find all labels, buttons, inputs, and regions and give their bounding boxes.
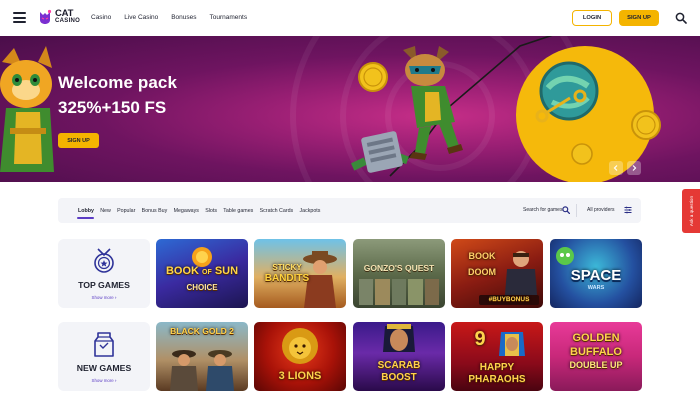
show-more-label: Show more (91, 295, 114, 300)
cat-mascot-hero-image (403, 46, 463, 160)
cat-mascot-left-image (0, 46, 54, 172)
buybonus-label: #BUYBONUS (488, 296, 530, 303)
game-tile-book-of-sun-choice[interactable]: BOOK OF SUN CHOICE (156, 239, 248, 308)
game-title: GONZO'S QUEST (363, 263, 435, 273)
game-tile-black-gold-2[interactable]: BLACK GOLD 2 (156, 322, 248, 391)
medal-icon (94, 248, 114, 273)
game-tile-9-happy-pharaohs[interactable]: 9 HAPPY PHARAOHS (451, 322, 543, 391)
game-filter-bar: Lobby New Popular Bonus Buy Megaways Slo… (58, 198, 641, 223)
show-more-label: Show more (91, 378, 114, 383)
tab-scratch-cards[interactable]: Scratch Cards (260, 208, 294, 214)
game-subtitle: CHOICE (186, 283, 218, 292)
signup-button[interactable]: SIGN UP (619, 10, 659, 26)
tab-table-games[interactable]: Table games (223, 208, 253, 214)
banner-title: Welcome pack (58, 73, 177, 92)
search-icon[interactable] (675, 12, 687, 24)
show-more-link[interactable]: Show more › (58, 295, 150, 300)
nav-bonuses[interactable]: Bonuses (171, 14, 196, 21)
tab-bonus-buy[interactable]: Bonus Buy (142, 208, 168, 214)
buybonus-badge: #BUYBONUS (479, 295, 539, 305)
game-title-line3: DOUBLE UP (569, 360, 623, 370)
cleopatra-character-image (383, 324, 415, 352)
game-title-line1: STICKY (272, 263, 302, 272)
top-header: CAT CASINO Casino Live Casino Bonuses To… (0, 0, 700, 36)
game-tile-book-of-doom[interactable]: BOOK DOOM #BUYBONUS (451, 239, 543, 308)
chevron-right-icon: › (114, 378, 117, 383)
game-title-line2: BUFFALO (570, 346, 622, 358)
cat-logo-icon (40, 9, 52, 24)
promo-banner[interactable]: Welcome pack 325%+150 FS SIGN UP (0, 36, 700, 182)
game-tile-gonzos-quest[interactable]: GONZO'S QUEST (353, 239, 445, 308)
divider (576, 204, 577, 217)
slider-next-button[interactable] (627, 161, 641, 175)
show-more-link[interactable]: Show more › (58, 378, 150, 383)
game-tile-scarab-boost[interactable]: SCARAB BOOST (353, 322, 445, 391)
game-tile-space-wars[interactable]: SPACE WARS (550, 239, 642, 308)
game-title: 3 LIONS (278, 370, 322, 382)
login-button[interactable]: LOGIN (572, 10, 612, 26)
globe-with-keys-image (535, 61, 599, 123)
category-tabs: Lobby New Popular Bonus Buy Megaways Slo… (78, 208, 327, 214)
tab-megaways[interactable]: Megaways (174, 208, 199, 214)
logo-text-casino: CASINO (55, 17, 81, 24)
nav-casino[interactable]: Casino (91, 14, 111, 21)
gold-coin-icon (631, 110, 661, 140)
game-subtitle: WARS (587, 285, 605, 291)
row-title: TOP GAMES (78, 280, 130, 290)
gold-coin-icon (571, 143, 593, 165)
tab-jackpots[interactable]: Jackpots (299, 208, 320, 214)
ask-question-tab[interactable]: Ask a question (682, 189, 700, 233)
row-title: NEW GAMES (76, 363, 132, 373)
game-tile-sticky-bandits[interactable]: STICKY BANDITS (254, 239, 346, 308)
top-games-card[interactable]: TOP GAMES Show more › (58, 239, 150, 308)
tab-popular[interactable]: Popular (117, 208, 135, 214)
chevron-left-icon (613, 165, 618, 171)
game-title-line2: BANDITS (264, 273, 310, 284)
chevron-right-icon: › (114, 295, 117, 300)
game-title-line3: PHARAOHS (468, 374, 526, 385)
reel-grid (359, 279, 439, 305)
gold-coin-icon (358, 62, 388, 92)
main-nav: Casino Live Casino Bonuses Tournaments (91, 14, 260, 21)
new-games-card[interactable]: NEW GAMES Show more › (58, 322, 150, 391)
chevron-right-icon (632, 165, 637, 171)
logo-text-cat: CAT (55, 7, 74, 19)
tab-lobby[interactable]: Lobby (78, 208, 94, 214)
active-tab-indicator (77, 217, 94, 219)
logo[interactable]: CAT CASINO (38, 7, 81, 25)
providers-dropdown[interactable]: All providers (587, 207, 615, 213)
tab-slots[interactable]: Slots (205, 208, 217, 214)
menu-icon[interactable] (13, 12, 26, 23)
banner-signup-button[interactable]: SIGN UP (58, 133, 99, 148)
game-title: BOOK OF SUN (165, 265, 239, 277)
game-tile-golden-buffalo[interactable]: GOLDEN BUFFALO DOUBLE UP (550, 322, 642, 391)
character-image (505, 251, 537, 295)
prospectors-image (170, 350, 234, 391)
game-title: SPACE (570, 267, 622, 284)
ask-question-label: Ask a question (688, 195, 694, 227)
game-title: BLACK GOLD 2 (170, 326, 234, 336)
nav-tournaments[interactable]: Tournaments (210, 14, 248, 21)
game-title-line1: SCARAB (377, 360, 421, 371)
lion-head-icon (282, 328, 318, 364)
game-tile-3-lions[interactable]: 3 LIONS (254, 322, 346, 391)
search-icon[interactable] (562, 206, 570, 214)
alien-character-image (556, 247, 574, 265)
tab-new[interactable]: New (100, 208, 111, 214)
game-title-line1: GOLDEN (572, 332, 620, 344)
search-games-field[interactable]: Search for games (523, 207, 562, 213)
milk-carton-icon (94, 332, 114, 357)
game-title-line2: HAPPY (479, 362, 515, 373)
nav-live-casino[interactable]: Live Casino (124, 14, 158, 21)
game-title-line2: BOOST (381, 372, 417, 383)
slider-prev-button[interactable] (609, 161, 623, 175)
pharaoh-character-image (499, 332, 525, 356)
filter-sliders-icon[interactable] (624, 206, 632, 214)
banner-subtitle: 325%+150 FS (58, 98, 167, 117)
